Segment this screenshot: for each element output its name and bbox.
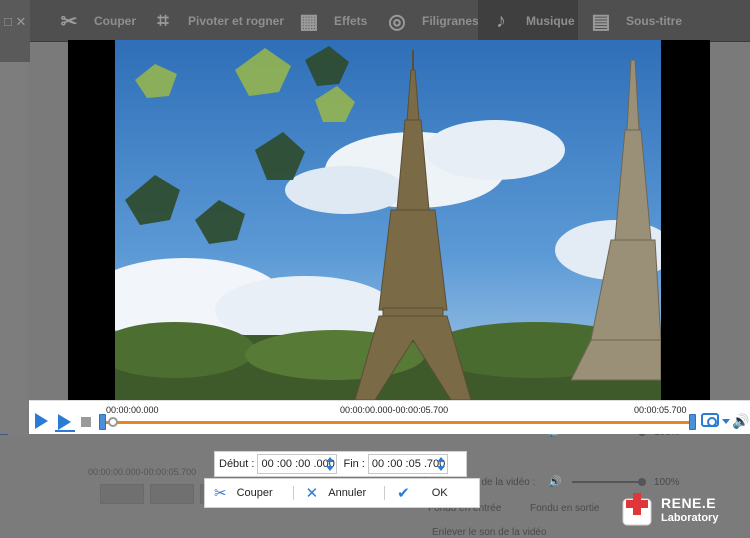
tab-label: Musique [526,14,575,28]
bg-source-volume-slider[interactable] [572,478,646,486]
divider [384,486,386,500]
debut-time-input[interactable]: 00 :00 :00 .000 [257,454,338,474]
play-icon[interactable] [35,413,48,429]
fin-time-value: 00 :00 :05 .700 [371,458,446,470]
video-frame-eiffel-tower [115,40,661,400]
camera-icon[interactable] [701,413,719,427]
scissors-icon: ✂ [214,485,227,502]
action-bar: ✂ Couper ✕ Annuler ✔ OK [204,478,480,508]
close-icon[interactable]: □ ✕ [4,14,26,30]
tab-pivoter-rogner[interactable]: ⌗ Pivoter et rogner [150,0,284,42]
cancel-label: Annuler [328,487,367,499]
film-icon: ▦ [299,10,319,33]
tab-label: Filigranes [422,14,479,28]
tab-filigranes[interactable]: ◎ Filigranes [384,0,479,42]
logo-text: RENE.E Laboratory [661,495,719,524]
top-toolbar: ✂ Couper ⌗ Pivoter et rogner ▦ Effets ◎ … [0,0,750,42]
playback-controls: 00:00:00.000 00:00:00.000-00:00:05.700 0… [29,400,750,434]
play-segment-icon[interactable] [55,412,75,432]
music-note-icon: ♪ [496,9,506,32]
debut-time-value: 00 :00 :00 .000 [261,458,335,470]
crop-icon: ⌗ [157,9,169,32]
logo-cross-icon [621,493,653,527]
spinner-icon[interactable] [326,457,335,471]
timeline-track[interactable] [103,421,693,424]
fin-time-input[interactable]: 00 :00 :05 .700 [367,454,448,474]
checkmark-icon: ✔ [397,485,410,502]
cut-label: Couper [236,487,273,499]
end-handle[interactable] [689,414,696,430]
start-time: 00:00:00.000 [106,405,159,415]
tab-label: Effets [334,14,368,28]
logo-line2: Laboratory [661,511,719,524]
bg-remove-sound[interactable]: Enlever le son de la vidéo [432,527,547,538]
stop-icon[interactable] [81,417,91,427]
range-time: 00:00:00.000-00:00:05.700 [340,405,449,415]
tab-musique[interactable]: ♪ Musique [478,0,578,42]
cut-button[interactable]: ✂ Couper [205,479,273,507]
rene-e-logo: RENE.E Laboratory [621,490,743,530]
tab-label: Sous-titre [626,14,683,28]
spinner-icon[interactable] [436,457,445,471]
tab-sous-titre[interactable]: ▤ Sous-titre [588,0,682,42]
tab-label: Pivoter et rogner [188,14,285,28]
playhead[interactable] [108,417,118,427]
end-time: 00:00:05.700 [634,405,687,415]
close-icon: ✕ [305,485,319,502]
fin-label: Fin : [343,458,365,470]
ok-label: OK [431,487,448,499]
window-controls: □ ✕ [0,0,30,62]
tab-effets[interactable]: ▦ Effets [296,0,368,42]
divider [292,486,294,500]
speaker-icon: 🔊 [548,476,562,488]
ok-button[interactable]: ✔ OK [397,479,447,507]
scissors-icon: ✂ [60,10,78,33]
logo-line1: RENE.E [661,495,717,512]
debut-label: Début : [219,458,255,470]
subtitle-icon: ▤ [591,10,611,33]
chevron-down-icon[interactable] [722,419,730,424]
cancel-button[interactable]: ✕ Annuler [306,479,367,507]
bg-source-volume-pct: 100% [654,477,680,488]
bg-range-text: 00:00:00.000-00:00:05.700 [88,467,197,477]
trim-time-panel: Début : 00 :00 :00 .000 Fin : 00 :00 :05… [214,451,467,477]
start-handle[interactable] [99,414,106,430]
tab-couper[interactable]: ✂ Couper [56,0,136,42]
bg-fade-out[interactable]: Fondu en sortie [530,503,600,514]
tab-label: Couper [94,14,136,28]
film-reel-icon: ◎ [388,10,406,33]
speaker-icon[interactable]: 🔊 [732,414,749,428]
